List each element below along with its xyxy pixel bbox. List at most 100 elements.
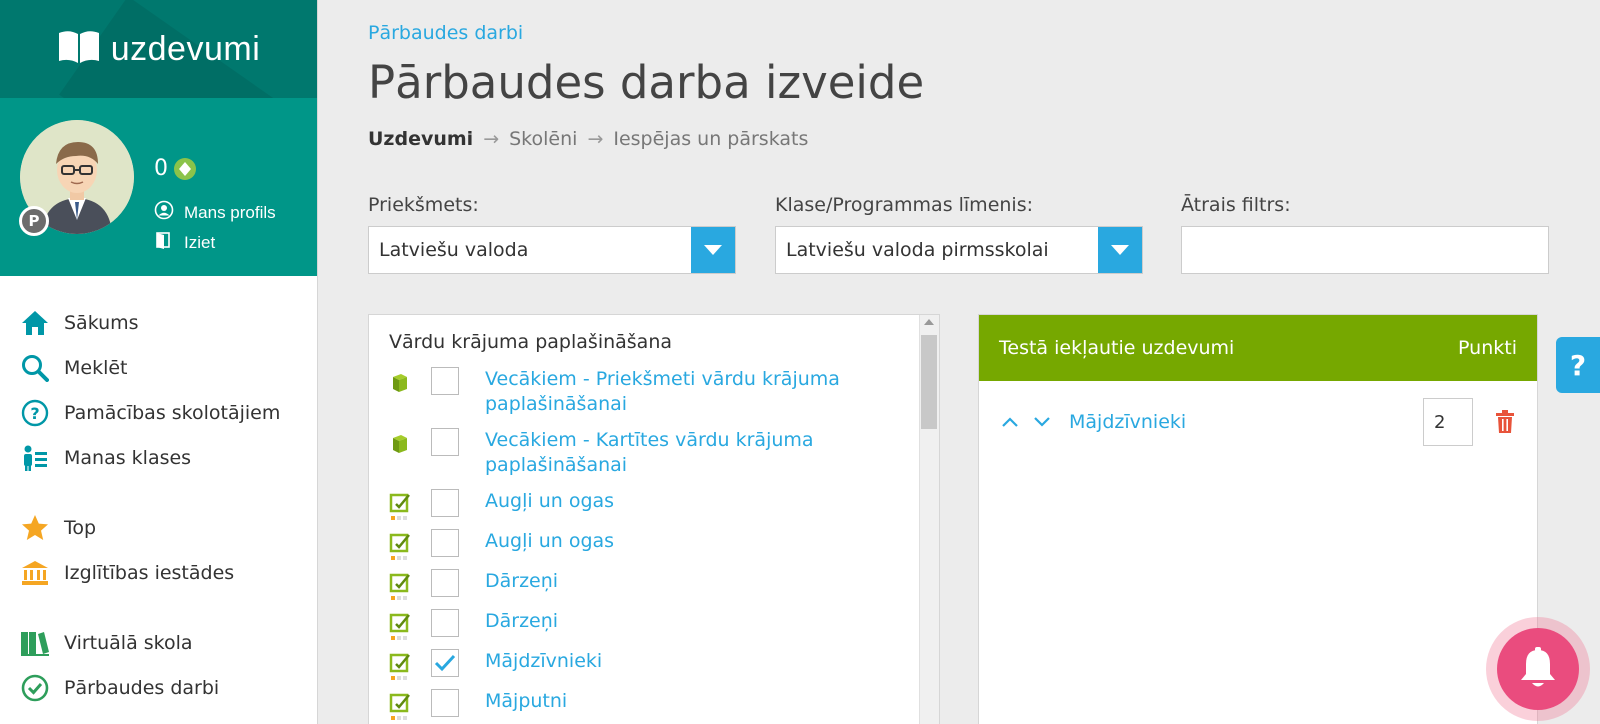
check-circle-icon bbox=[20, 673, 50, 703]
logo-text: uzdevumi bbox=[110, 29, 261, 68]
chevron-down-icon[interactable] bbox=[691, 227, 735, 273]
svg-text:?: ? bbox=[30, 404, 39, 423]
task-group-title: Vārdu krājuma paplašināšana bbox=[389, 331, 673, 353]
scroll-thumb[interactable] bbox=[921, 335, 937, 429]
nav-item-label: Manas klases bbox=[64, 446, 192, 469]
list-item[interactable]: Augļi un ogas bbox=[389, 529, 845, 560]
nav-item-top[interactable]: Top bbox=[0, 505, 317, 550]
exercise-icon bbox=[389, 533, 411, 560]
nav-item-label: Sākums bbox=[64, 311, 139, 334]
exercise-icon bbox=[389, 493, 411, 520]
sidebar: uzdevumi P 0 Mans profils Iziet Sākums M… bbox=[0, 0, 318, 724]
gem-icon bbox=[174, 157, 196, 180]
nav-item-label: Pamācības skolotājiem bbox=[64, 401, 281, 424]
book-icon bbox=[389, 371, 411, 395]
quick-filter-input[interactable] bbox=[1181, 226, 1549, 274]
exercise-icon bbox=[389, 613, 411, 640]
institution-icon bbox=[20, 558, 50, 588]
books-icon bbox=[20, 628, 50, 658]
bell-icon bbox=[1497, 628, 1579, 710]
quick-filter-label: Ātrais filtrs: bbox=[1181, 194, 1291, 216]
home-icon bbox=[20, 308, 50, 338]
list-item[interactable]: Dārzeņi bbox=[389, 609, 845, 640]
star-icon bbox=[20, 513, 50, 543]
nav-item-label: Virtuālā skola bbox=[64, 631, 193, 654]
task-link[interactable]: Dārzeņi bbox=[485, 609, 845, 634]
step-arrow: → bbox=[587, 128, 604, 150]
step-options[interactable]: Iespējas un pārskats bbox=[613, 128, 808, 150]
step-students[interactable]: Skolēni bbox=[509, 128, 577, 150]
task-link[interactable]: Vecākiem - Priekšmeti vārdu krājuma papl… bbox=[485, 367, 845, 417]
breadcrumb[interactable]: Pārbaudes darbi bbox=[368, 22, 523, 44]
list-item[interactable]: Augļi un ogas bbox=[389, 489, 845, 520]
list-item[interactable]: Mājputni bbox=[389, 689, 845, 720]
trash-icon[interactable] bbox=[1495, 410, 1517, 434]
subject-select-value: Latviešu valoda bbox=[379, 239, 529, 261]
logout-label: Iziet bbox=[184, 232, 216, 252]
step-tasks[interactable]: Uzdevumi bbox=[368, 128, 473, 150]
my-profile-link[interactable]: Mans profils bbox=[154, 200, 276, 225]
task-list-scrollbar[interactable] bbox=[919, 315, 939, 724]
search-icon bbox=[20, 353, 50, 383]
task-link[interactable]: Augļi un ogas bbox=[485, 529, 845, 554]
main-nav: Sākums Meklēt ? Pamācības skolotājiem Ma… bbox=[0, 276, 317, 710]
task-checkbox[interactable] bbox=[431, 689, 459, 717]
selected-task-row: Mājdzīvnieki 2 bbox=[999, 397, 1517, 447]
task-checkbox[interactable] bbox=[431, 529, 459, 557]
list-item[interactable]: Dārzeņi bbox=[389, 569, 845, 600]
task-link[interactable]: Vecākiem - Kartītes vārdu krājuma paplaš… bbox=[485, 428, 845, 478]
nav-item-label: Pārbaudes darbi bbox=[64, 676, 220, 699]
exercise-icon bbox=[389, 693, 411, 720]
subject-label: Priekšmets: bbox=[368, 194, 479, 216]
task-link[interactable]: Augļi un ogas bbox=[485, 489, 845, 514]
points-display: 0 bbox=[154, 156, 196, 181]
nav-item-institutions[interactable]: Izglītības iestādes bbox=[0, 550, 317, 595]
selected-task-link[interactable]: Mājdzīvnieki bbox=[1069, 411, 1423, 433]
chevron-up-icon[interactable] bbox=[999, 411, 1021, 433]
nav-item-search[interactable]: Meklēt bbox=[0, 345, 317, 390]
step-arrow: → bbox=[483, 128, 500, 150]
chevron-down-icon[interactable] bbox=[1098, 227, 1142, 273]
nav-item-tests[interactable]: Pārbaudes darbi bbox=[0, 665, 317, 710]
points-value: 0 bbox=[154, 156, 168, 181]
chevron-down-icon[interactable] bbox=[1031, 411, 1053, 433]
nav-item-label: Meklēt bbox=[64, 356, 128, 379]
level-label: Klase/Programmas līmenis: bbox=[775, 194, 1034, 216]
task-checkbox[interactable] bbox=[431, 367, 459, 395]
logout-link[interactable]: Iziet bbox=[154, 230, 215, 255]
help-circle-icon: ? bbox=[20, 398, 50, 428]
checkmark-icon bbox=[434, 654, 456, 672]
plan-badge: P bbox=[19, 206, 49, 236]
task-link[interactable]: Mājdzīvnieki bbox=[485, 649, 845, 674]
scroll-up-icon[interactable] bbox=[924, 319, 934, 325]
list-item[interactable]: Mājdzīvnieki bbox=[389, 649, 845, 680]
points-input[interactable]: 2 bbox=[1423, 398, 1473, 446]
nav-item-home[interactable]: Sākums bbox=[0, 300, 317, 345]
help-button[interactable]: ? bbox=[1556, 337, 1600, 393]
selected-tasks-header: Testā iekļautie uzdevumi Punkti bbox=[979, 315, 1537, 381]
subject-select[interactable]: Latviešu valoda bbox=[368, 226, 736, 274]
logo[interactable]: uzdevumi bbox=[0, 0, 317, 98]
nav-item-label: Top bbox=[64, 516, 97, 539]
task-checkbox[interactable] bbox=[431, 569, 459, 597]
list-item[interactable]: Vecākiem - Priekšmeti vārdu krājuma papl… bbox=[389, 367, 845, 417]
task-checkbox[interactable] bbox=[431, 489, 459, 517]
task-checkbox[interactable] bbox=[431, 609, 459, 637]
nav-item-my-classes[interactable]: Manas klases bbox=[0, 435, 317, 480]
level-select-value: Latviešu valoda pirmsskolai bbox=[786, 239, 1049, 261]
task-link[interactable]: Mājputni bbox=[485, 689, 845, 714]
nav-item-virtual-school[interactable]: Virtuālā skola bbox=[0, 620, 317, 665]
page-title: Pārbaudes darba izveide bbox=[368, 56, 925, 109]
selected-tasks-title: Testā iekļautie uzdevumi bbox=[999, 337, 1235, 359]
notification-button[interactable] bbox=[1486, 617, 1590, 721]
list-item[interactable]: Vecākiem - Kartītes vārdu krājuma paplaš… bbox=[389, 428, 845, 478]
selected-tasks-panel: Testā iekļautie uzdevumi Punkti Mājdzīvn… bbox=[978, 314, 1538, 724]
nav-divider bbox=[0, 480, 317, 505]
task-checkbox[interactable] bbox=[431, 428, 459, 456]
exercise-icon bbox=[389, 653, 411, 680]
task-checkbox-checked[interactable] bbox=[431, 649, 459, 677]
logout-icon bbox=[154, 230, 174, 255]
level-select[interactable]: Latviešu valoda pirmsskolai bbox=[775, 226, 1143, 274]
task-link[interactable]: Dārzeņi bbox=[485, 569, 845, 594]
nav-item-tutorials[interactable]: ? Pamācības skolotājiem bbox=[0, 390, 317, 435]
